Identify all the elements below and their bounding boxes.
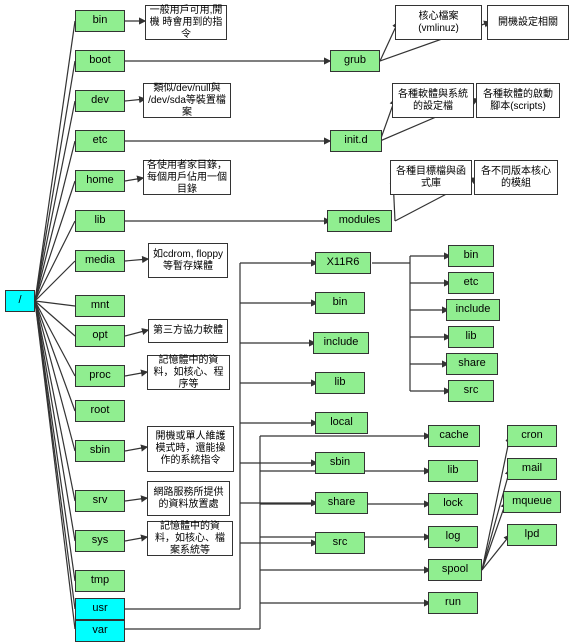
var-lock-node: lock	[428, 493, 478, 515]
usr-sbin-node: sbin	[315, 452, 365, 474]
var-run-node: run	[428, 592, 478, 614]
root-dir-node: root	[75, 400, 125, 422]
opt-node: opt	[75, 325, 125, 347]
boot-node: boot	[75, 50, 125, 72]
dev-node: dev	[75, 90, 125, 112]
spool-cron-node: cron	[507, 425, 557, 447]
x11-share-node: share	[446, 353, 498, 375]
sbin-node: sbin	[75, 440, 125, 462]
modules-node: modules	[327, 210, 392, 232]
desc-initd-files: 各種軟體與系統的設定檔	[392, 83, 474, 118]
var-node: var	[75, 620, 125, 642]
var-cache-node: cache	[428, 425, 480, 447]
var-log-node: log	[428, 526, 478, 548]
desc-home: 各使用者家目錄，每個用戶佔用一個目錄	[143, 160, 231, 195]
usr-lib-node: lib	[315, 372, 365, 394]
filesystem-diagram: / bin boot dev etc home lib media mnt op…	[0, 0, 587, 636]
x11-include-node: include	[446, 299, 500, 321]
var-spool-node: spool	[428, 559, 482, 581]
srv-node: srv	[75, 490, 125, 512]
usr-src-node: src	[315, 532, 365, 554]
x11-etc-node: etc	[448, 272, 494, 294]
usr-include-node: include	[313, 332, 369, 354]
usr-share-node: share	[315, 492, 368, 514]
desc-sys: 記憶體中的資料，如核心、檔案系統等	[147, 521, 233, 556]
usr-local-node: local	[315, 412, 368, 434]
desc-srv: 網路服務所提供的資料放置處	[147, 481, 230, 516]
media-node: media	[75, 250, 125, 272]
mnt-node: mnt	[75, 295, 125, 317]
desc-bin: 一般用戶可用,開機 時會用到的指令	[145, 5, 227, 40]
usr-node: usr	[75, 598, 125, 620]
sys-node: sys	[75, 530, 125, 552]
spool-mqueue-node: mqueue	[503, 491, 561, 513]
home-node: home	[75, 170, 125, 192]
x11-bin-node: bin	[448, 245, 494, 267]
desc-grub2: 開機設定相關	[487, 5, 569, 40]
desc-lib-files: 各種目標檔與函式庫	[390, 160, 472, 195]
spool-lpd-node: lpd	[507, 524, 557, 546]
lib-node: lib	[75, 210, 125, 232]
desc-vmlinuz: 核心檔案(vmlinuz)	[395, 5, 482, 40]
etc-node: etc	[75, 130, 125, 152]
desc-scripts: 各種軟體的啟動腳本(scripts)	[476, 83, 560, 118]
var-lib-node: lib	[428, 460, 478, 482]
desc-modules-files: 各不同版本核心的模組	[474, 160, 558, 195]
x11-lib-node: lib	[448, 326, 494, 348]
desc-media: 如cdrom, floppy等暫存媒體	[148, 243, 228, 278]
initd-node: init.d	[330, 130, 382, 152]
proc-node: proc	[75, 365, 125, 387]
x11r6-node: X11R6	[315, 252, 371, 274]
bin-node: bin	[75, 10, 125, 32]
spool-mail-node: mail	[507, 458, 557, 480]
grub-node: grub	[330, 50, 380, 72]
desc-dev: 類似/dev/null與 /dev/sda等裝置檔案	[143, 83, 231, 118]
desc-proc: 記憶體中的資料，如核心、程序等	[147, 355, 230, 390]
root-node: /	[5, 290, 35, 312]
usr-bin-node: bin	[315, 292, 365, 314]
tmp-node: tmp	[75, 570, 125, 592]
desc-sbin: 開機或單人維護模式時，還能操作的系統指令	[147, 426, 234, 472]
desc-opt: 第三方協力軟體	[148, 319, 228, 343]
x11-src-node: src	[448, 380, 494, 402]
